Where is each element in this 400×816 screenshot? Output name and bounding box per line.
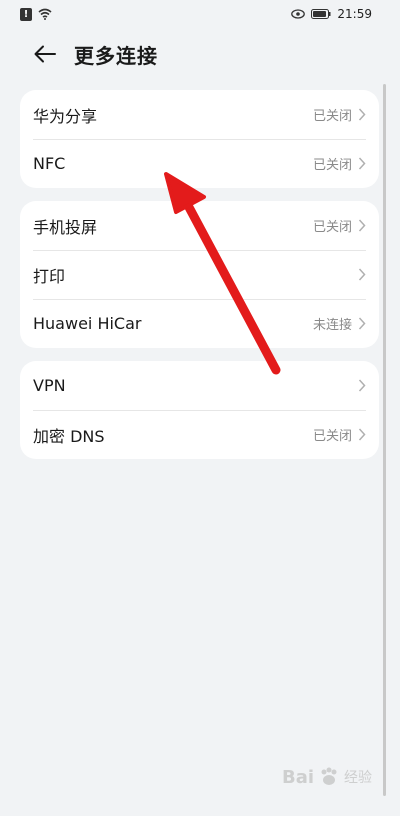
status-left: ! xyxy=(20,7,52,21)
settings-item-label: Huawei HiCar xyxy=(33,314,142,333)
chevron-right-icon xyxy=(358,219,366,232)
wifi-icon xyxy=(38,8,52,20)
chevron-right-icon xyxy=(358,379,366,392)
settings-item-status: 已关闭 xyxy=(312,158,352,173)
scrollbar[interactable] xyxy=(383,84,386,796)
settings-item-label: 打印 xyxy=(33,266,66,286)
paw-icon xyxy=(321,767,337,785)
settings-item-right: 已关闭 xyxy=(313,154,366,173)
settings-item-right: 未连接 xyxy=(313,314,366,333)
settings-item-encrypted-dns[interactable]: 加密 DNS 已关闭 xyxy=(20,410,379,459)
header: 更多连接 xyxy=(0,34,400,74)
settings-item-right: 已关闭 xyxy=(313,105,366,124)
settings-item-screen-projection[interactable]: 手机投屏 已关闭 xyxy=(20,201,379,250)
chevron-right-icon xyxy=(358,108,366,121)
status-bar: ! 21:59 xyxy=(0,0,400,28)
settings-item-right xyxy=(352,379,366,392)
settings-item-label: NFC xyxy=(33,154,66,173)
settings-item-status: 已关闭 xyxy=(312,429,352,444)
battery-icon xyxy=(311,9,331,19)
settings-item-status: 未连接 xyxy=(312,318,352,333)
settings-item-right: 已关闭 xyxy=(313,216,366,235)
chevron-right-icon xyxy=(358,317,366,330)
settings-item-status: 已关闭 xyxy=(312,109,352,124)
alert-icon: ! xyxy=(20,7,32,21)
settings-item-print[interactable]: 打印 xyxy=(20,250,379,299)
chevron-right-icon xyxy=(358,268,366,281)
settings-item-right xyxy=(352,268,366,281)
status-right: 21:59 xyxy=(291,7,372,21)
settings-item-label: VPN xyxy=(33,376,66,395)
settings-item-label: 华为分享 xyxy=(33,106,98,126)
status-time: 21:59 xyxy=(337,7,372,21)
settings-item-label: 手机投屏 xyxy=(33,217,98,237)
chevron-right-icon xyxy=(358,157,366,170)
settings-group-network: VPN 加密 DNS 已关闭 xyxy=(20,361,379,459)
back-button[interactable] xyxy=(32,41,58,67)
settings-item-label: 加密 DNS xyxy=(33,426,105,446)
watermark-brand-suffix: 经验 xyxy=(344,770,373,786)
page-title: 更多连接 xyxy=(74,43,158,68)
watermark-logo: Bai 经验 xyxy=(282,766,372,788)
settings-item-huawei-hicar[interactable]: Huawei HiCar 未连接 xyxy=(20,299,379,348)
settings-item-vpn[interactable]: VPN xyxy=(20,361,379,410)
settings-list: 华为分享 已关闭 NFC 已关闭 手机投屏 已关闭 打印 Huawei HiCa… xyxy=(20,90,379,472)
chevron-right-icon xyxy=(358,428,366,441)
eye-icon xyxy=(291,9,306,19)
settings-group-devices: 手机投屏 已关闭 打印 Huawei HiCar 未连接 xyxy=(20,201,379,348)
settings-item-huawei-share[interactable]: 华为分享 已关闭 xyxy=(20,90,379,139)
arrow-left-icon xyxy=(34,45,56,63)
settings-item-nfc[interactable]: NFC 已关闭 xyxy=(20,139,379,188)
settings-group-sharing: 华为分享 已关闭 NFC 已关闭 xyxy=(20,90,379,188)
settings-item-status: 已关闭 xyxy=(312,220,352,235)
settings-item-right: 已关闭 xyxy=(313,425,366,444)
watermark-brand: Bai xyxy=(282,766,315,788)
